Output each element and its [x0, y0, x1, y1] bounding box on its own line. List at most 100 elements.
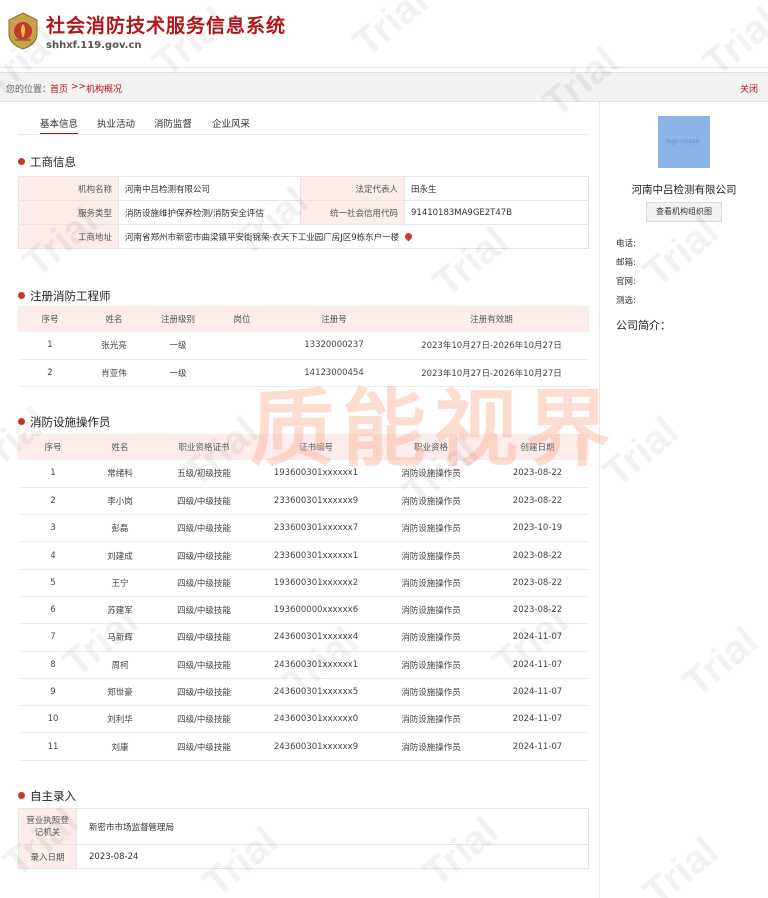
col-header: 注册级别 — [146, 306, 210, 332]
table-cell: 233600301xxxxxx7 — [256, 514, 376, 543]
table-cell: 张光亮 — [82, 332, 146, 360]
tab-practice[interactable]: 执业活动 — [97, 116, 135, 130]
table-row: 5 王宁 四级/中级技能 193600301xxxxxx2 消防设施操作员 2023-08… — [18, 569, 589, 597]
table-cell: 一级 — [146, 332, 210, 360]
table-cell: 2023-08-22 — [486, 569, 589, 597]
table-cell: 4 — [18, 541, 88, 570]
map-pin-icon[interactable] — [403, 231, 414, 241]
table-row: 6 苏建军 四级/中级技能 193600000xxxxxx6 消防设施操作员 2023-0… — [18, 596, 589, 625]
table-row: 4 刘建成 四级/中级技能 233600301xxxxxx1 消防设施操作员 2023-0… — [18, 541, 589, 570]
tab-divider — [18, 134, 589, 135]
table-cell: 四级/中级技能 — [152, 623, 256, 652]
company-intro-label: 公司简介： — [616, 319, 671, 332]
table-cell: 消防设施操作员 — [376, 569, 486, 597]
table-cell: 消防设施操作员 — [376, 732, 486, 761]
table-cell: 193600301xxxxxx2 — [256, 569, 376, 597]
table-cell: 四级/中级技能 — [152, 732, 256, 761]
table-cell: 193600301xxxxxx1 — [256, 460, 376, 488]
table-cell: 四级/中级技能 — [152, 541, 256, 570]
table-cell: 四级/中级技能 — [152, 514, 256, 543]
table-cell: 四级/中级技能 — [152, 705, 256, 734]
bullet-icon — [18, 418, 25, 425]
table-cell: 彭磊 — [88, 514, 152, 543]
table-cell: 李小岗 — [88, 487, 152, 516]
org-name-label: 机构名称 — [18, 176, 119, 201]
trial-watermark: Trial — [595, 408, 687, 496]
table-cell: 苏建军 — [88, 596, 152, 625]
col-header: 姓名 — [88, 434, 152, 460]
table-cell — [210, 332, 274, 360]
table-cell: 消防设施操作员 — [376, 460, 486, 488]
business-info-table: 机构名称 河南中吕检测有限公司 法定代表人 田永生 服务类型 消防设施维护保养检… — [18, 176, 589, 249]
tab-company-style[interactable]: 企业风采 — [212, 116, 250, 130]
table-cell: 243600301xxxxxx5 — [256, 678, 376, 707]
col-header: 序号 — [18, 434, 88, 460]
table-cell: 消防设施操作员 — [376, 514, 486, 543]
tab-supervision[interactable]: 消防监督 — [154, 116, 192, 130]
table-cell: 1 — [18, 460, 88, 488]
authority-label: 营业执照登记机关 — [18, 808, 77, 845]
view-org-chart-button[interactable]: 查看机构组织图 — [646, 202, 722, 222]
col-header: 姓名 — [82, 306, 146, 332]
bullet-icon — [18, 792, 25, 799]
credit-code-label: 统一社会信用代码 — [300, 200, 405, 225]
table-cell: 243600301xxxxxx4 — [256, 623, 376, 652]
address-cell: 河南省郑州市新密市曲梁镇平安街锦荣·衣天下工业园厂房J区9栋东户一楼 — [118, 224, 589, 249]
col-header: 注册号 — [274, 306, 394, 332]
col-header: 注册有效期 — [394, 306, 589, 332]
table-cell: 消防设施操作员 — [376, 651, 486, 679]
fax-label: 测选: — [616, 296, 636, 306]
self-entry-table: 营业执照登记机关 新密市市场监督管理局 录入日期 2023-08-24 — [18, 808, 589, 869]
table-cell: 肖亚伟 — [82, 359, 146, 387]
table-row: 8 周柯 四级/中级技能 243600301xxxxxx1 消防设施操作员 2024-11… — [18, 651, 589, 679]
section-title: 注册消防工程师 — [30, 289, 111, 303]
address-value: 河南省郑州市新密市曲梁镇平安街锦荣·衣天下工业园厂房J区9栋东户一楼 — [125, 232, 400, 243]
table-cell: 5 — [18, 569, 88, 597]
address-label: 工商地址 — [18, 224, 119, 249]
table-cell: 五级/初级技能 — [152, 460, 256, 488]
table-cell: 9 — [18, 678, 88, 707]
legal-rep-label: 法定代表人 — [300, 176, 405, 201]
table-cell: 2023-08-22 — [486, 460, 589, 488]
table-cell: 2023-08-22 — [486, 541, 589, 570]
table-cell: 2024-11-07 — [486, 651, 589, 679]
table-cell: 四级/中级技能 — [152, 651, 256, 679]
table-cell: 四级/中级技能 — [152, 596, 256, 625]
col-header: 职业资格证书 — [152, 434, 256, 460]
service-type-label: 服务类型 — [18, 200, 119, 225]
table-cell: 2023-10-19 — [486, 514, 589, 543]
table-cell: 消防设施操作员 — [376, 623, 486, 652]
table-cell: 2023-08-22 — [486, 596, 589, 625]
section-title: 工商信息 — [30, 155, 76, 169]
table-cell: 13320000237 — [274, 332, 394, 360]
table-row: 7 马新辉 四级/中级技能 243600301xxxxxx4 消防设施操作员 2024-1… — [18, 623, 589, 652]
table-cell: 233600301xxxxxx1 — [256, 541, 376, 570]
phone-label: 电话: — [616, 239, 636, 249]
main-content: 基本信息 执业活动 消防监督 企业风采 工商信息 机构名称 河南中吕检测有限公司… — [18, 102, 600, 898]
breadcrumb-home-link[interactable]: 首页 — [50, 82, 68, 95]
table-cell: 刘利华 — [88, 705, 152, 734]
table-cell: 刘建成 — [88, 541, 152, 570]
table-cell: 2023-08-22 — [486, 487, 589, 516]
table-row: 2 李小岗 四级/中级技能 233600301xxxxxx9 消防设施操作员 2023-0… — [18, 487, 589, 516]
table-cell: 2 — [18, 487, 88, 516]
table-cell: 2024-11-07 — [486, 705, 589, 734]
table-row: 10 刘利华 四级/中级技能 243600301xxxxxx0 消防设施操作员 2024-… — [18, 705, 589, 734]
col-header: 序号 — [18, 306, 82, 332]
bullet-icon — [18, 158, 25, 165]
website-label: 官网: — [616, 277, 636, 287]
table-cell: 消防设施操作员 — [376, 678, 486, 707]
fire-emblem-icon — [8, 12, 38, 50]
table-cell: 周柯 — [88, 651, 152, 679]
close-link[interactable]: 关闭 — [740, 82, 758, 95]
table-cell: 2024-11-07 — [486, 732, 589, 761]
authority-value: 新密市市场监督管理局 — [76, 808, 589, 845]
table-cell — [210, 359, 274, 387]
trial-watermark: Trial — [635, 828, 727, 898]
trial-watermark: Trial — [675, 618, 767, 706]
section-business-info: 工商信息 — [18, 154, 76, 170]
system-domain: shhxf.119.gov.cn — [46, 40, 142, 51]
table-cell: 王宁 — [88, 569, 152, 597]
tab-basic-info[interactable]: 基本信息 — [40, 116, 79, 135]
engineers-body: 1 张光亮 一级 13320000237 2023年10月27日-2026年10月27日… — [18, 332, 589, 387]
